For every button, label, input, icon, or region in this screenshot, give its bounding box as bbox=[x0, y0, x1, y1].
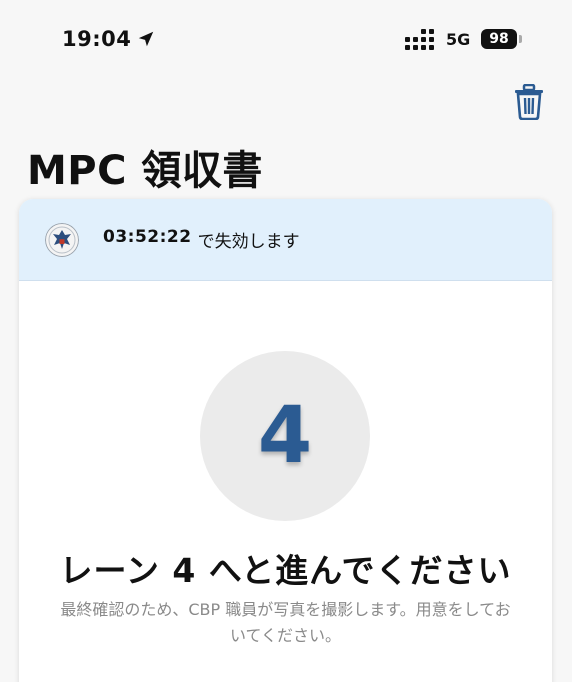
receipt-card: 03:52:22 で失効します 4 レーン 4 へと進んでください 最終確認のた… bbox=[19, 199, 552, 682]
expiry-text: 03:52:22 で失効します bbox=[103, 227, 300, 252]
lane-instruction-headline: レーン 4 へと進んでください bbox=[59, 551, 512, 590]
network-type: 5G bbox=[446, 30, 471, 49]
location-arrow-icon bbox=[139, 31, 154, 47]
expiry-timer: 03:52:22 bbox=[103, 227, 192, 247]
battery-indicator: 98 bbox=[481, 29, 517, 49]
cbp-seal-icon bbox=[45, 222, 79, 257]
status-bar: 19:04 5G 98 bbox=[0, 0, 572, 78]
expiry-suffix: で失効します bbox=[197, 232, 300, 252]
trash-icon[interactable] bbox=[512, 84, 546, 120]
lane-number: 4 bbox=[257, 391, 313, 481]
lane-number-circle: 4 bbox=[200, 351, 370, 521]
status-time-group: 19:04 bbox=[62, 27, 155, 51]
status-time: 19:04 bbox=[62, 27, 132, 51]
expiry-banner: 03:52:22 で失効します bbox=[19, 199, 552, 281]
battery-tip bbox=[519, 35, 522, 43]
page-title: MPC 領収書 bbox=[27, 148, 263, 194]
signal-strength-icon bbox=[405, 29, 434, 50]
app-screen: 19:04 5G 98 MPC 領収書 03:52:22 で失効します 4 レー… bbox=[0, 0, 572, 682]
photo-instruction-text: 最終確認のため、CBP 職員が写真を撮影します。用意をしておいてください。 bbox=[60, 600, 511, 645]
